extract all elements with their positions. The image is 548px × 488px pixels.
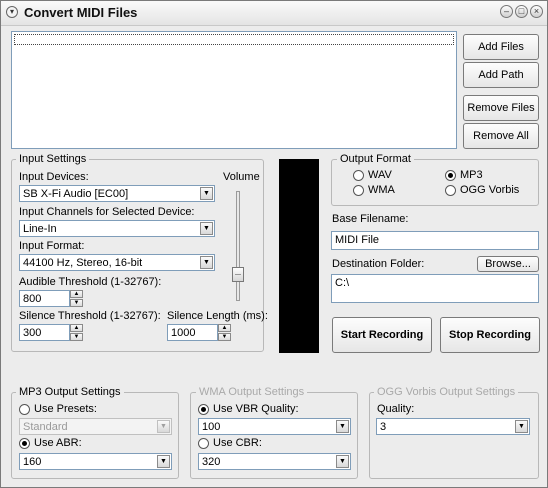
chevron-down-icon[interactable]: ▼ — [336, 455, 349, 468]
title-bar[interactable]: ▾ Convert MIDI Files – □ × — [1, 1, 547, 26]
start-recording-button[interactable]: Start Recording — [332, 317, 432, 353]
ogg-quality-select[interactable]: 3 ▼ — [376, 418, 530, 435]
quality-label: Quality: — [377, 403, 415, 415]
arrow-down-icon[interactable]: ▼ — [70, 299, 83, 307]
audible-threshold-stepper[interactable]: ▲ ▼ — [70, 290, 83, 307]
radio-ogg-vorbis-label: OGG Vorbis — [460, 184, 520, 196]
input-devices-value: SB X-Fi Audio [EC00] — [23, 188, 129, 200]
input-format-select[interactable]: 44100 Hz, Stereo, 16-bit ▼ — [19, 254, 215, 271]
silence-threshold-value: 300 — [23, 327, 42, 339]
chevron-down-icon[interactable]: ▼ — [336, 420, 349, 433]
output-format-group — [331, 159, 539, 206]
volume-slider-track[interactable] — [236, 191, 240, 301]
radio-use-presets[interactable] — [19, 404, 30, 415]
silence-threshold-input[interactable]: 300 — [19, 324, 70, 341]
stop-recording-button[interactable]: Stop Recording — [440, 317, 540, 353]
arrow-down-icon[interactable]: ▼ — [218, 333, 231, 341]
arrow-down-icon[interactable]: ▼ — [70, 333, 83, 341]
silence-length-value: 1000 — [171, 327, 196, 339]
close-icon[interactable]: × — [530, 5, 543, 18]
input-settings-legend: Input Settings — [16, 153, 90, 165]
silence-threshold-label: Silence Threshold (1-32767): — [19, 310, 161, 322]
input-channels-label: Input Channels for Selected Device: — [19, 206, 195, 218]
use-presets-label: Use Presets: — [34, 403, 97, 415]
destination-folder-label: Destination Folder: — [332, 258, 425, 270]
vbr-quality-select[interactable]: 100 ▼ — [198, 418, 351, 435]
radio-mp3[interactable] — [445, 170, 456, 181]
audible-threshold-input[interactable]: 800 — [19, 290, 70, 307]
radio-use-cbr[interactable] — [198, 438, 209, 449]
minimize-icon[interactable]: – — [500, 5, 513, 18]
cbr-value: 320 — [202, 456, 221, 468]
remove-all-button[interactable]: Remove All — [463, 123, 539, 149]
arrow-up-icon[interactable]: ▲ — [70, 324, 83, 332]
radio-wav-label: WAV — [368, 169, 392, 181]
mp3-output-settings-legend: MP3 Output Settings — [16, 386, 124, 398]
silence-threshold-stepper[interactable]: ▲ ▼ — [70, 324, 83, 341]
arrow-up-icon[interactable]: ▲ — [218, 324, 231, 332]
browse-button[interactable]: Browse... — [477, 256, 539, 272]
radio-use-vbr-quality[interactable] — [198, 404, 209, 415]
audible-threshold-value: 800 — [23, 293, 42, 305]
use-cbr-label: Use CBR: — [213, 437, 262, 449]
radio-wma[interactable] — [353, 185, 364, 196]
vbr-quality-value: 100 — [202, 421, 221, 433]
convert-midi-window: ▾ Convert MIDI Files – □ × Add Files Add… — [0, 0, 548, 488]
silence-length-stepper[interactable]: ▲ ▼ — [218, 324, 231, 341]
presets-value: Standard — [23, 421, 68, 433]
base-filename-label: Base Filename: — [332, 213, 409, 225]
radio-use-abr[interactable] — [19, 438, 30, 449]
radio-wav[interactable] — [353, 170, 364, 181]
presets-select[interactable]: Standard ▼ — [19, 418, 172, 435]
destination-folder-input[interactable]: C:\ — [331, 274, 539, 303]
base-filename-value: MIDI File — [335, 234, 379, 246]
abr-select[interactable]: 160 ▼ — [19, 453, 172, 470]
silence-length-input[interactable]: 1000 — [167, 324, 218, 341]
chevron-down-icon[interactable]: ▼ — [200, 187, 213, 200]
radio-ogg-vorbis[interactable] — [445, 185, 456, 196]
input-channels-select[interactable]: Line-In ▼ — [19, 220, 215, 237]
wma-output-settings-legend: WMA Output Settings — [196, 386, 308, 398]
input-channels-value: Line-In — [23, 223, 57, 235]
chevron-down-icon[interactable]: ▼ — [515, 420, 528, 433]
chevron-down-icon[interactable]: ▼ — [157, 455, 170, 468]
volume-slider-thumb[interactable] — [232, 267, 244, 282]
base-filename-input[interactable]: MIDI File — [331, 231, 539, 250]
window-title: Convert MIDI Files — [24, 5, 138, 20]
input-devices-select[interactable]: SB X-Fi Audio [EC00] ▼ — [19, 185, 215, 202]
input-format-label: Input Format: — [19, 240, 85, 252]
chevron-down-icon[interactable]: ▼ — [200, 222, 213, 235]
ogg-vorbis-output-settings-legend: OGG Vorbis Output Settings — [374, 386, 519, 398]
output-format-legend: Output Format — [337, 153, 414, 165]
silence-length-label: Silence Length (ms): — [167, 310, 268, 322]
file-list[interactable] — [11, 31, 457, 149]
abr-value: 160 — [23, 456, 42, 468]
chevron-down-icon[interactable]: ▼ — [200, 256, 213, 269]
file-list-item[interactable] — [14, 34, 454, 45]
radio-mp3-label: MP3 — [460, 169, 483, 181]
chevron-down-icon[interactable]: ▾ — [6, 6, 18, 18]
add-files-button[interactable]: Add Files — [463, 34, 539, 60]
add-path-button[interactable]: Add Path — [463, 62, 539, 88]
chevron-down-icon[interactable]: ▼ — [157, 420, 170, 433]
level-meter — [279, 159, 319, 353]
input-devices-label: Input Devices: — [19, 171, 89, 183]
use-abr-label: Use ABR: — [34, 437, 82, 449]
arrow-up-icon[interactable]: ▲ — [70, 290, 83, 298]
input-format-value: 44100 Hz, Stereo, 16-bit — [23, 257, 143, 269]
use-vbr-quality-label: Use VBR Quality: — [213, 403, 299, 415]
destination-folder-value: C:\ — [335, 277, 350, 289]
remove-files-button[interactable]: Remove Files — [463, 95, 539, 121]
ogg-quality-value: 3 — [380, 421, 387, 433]
volume-label: Volume — [223, 171, 260, 183]
cbr-select[interactable]: 320 ▼ — [198, 453, 351, 470]
maximize-icon[interactable]: □ — [515, 5, 528, 18]
audible-threshold-label: Audible Threshold (1-32767): — [19, 276, 162, 288]
radio-wma-label: WMA — [368, 184, 395, 196]
